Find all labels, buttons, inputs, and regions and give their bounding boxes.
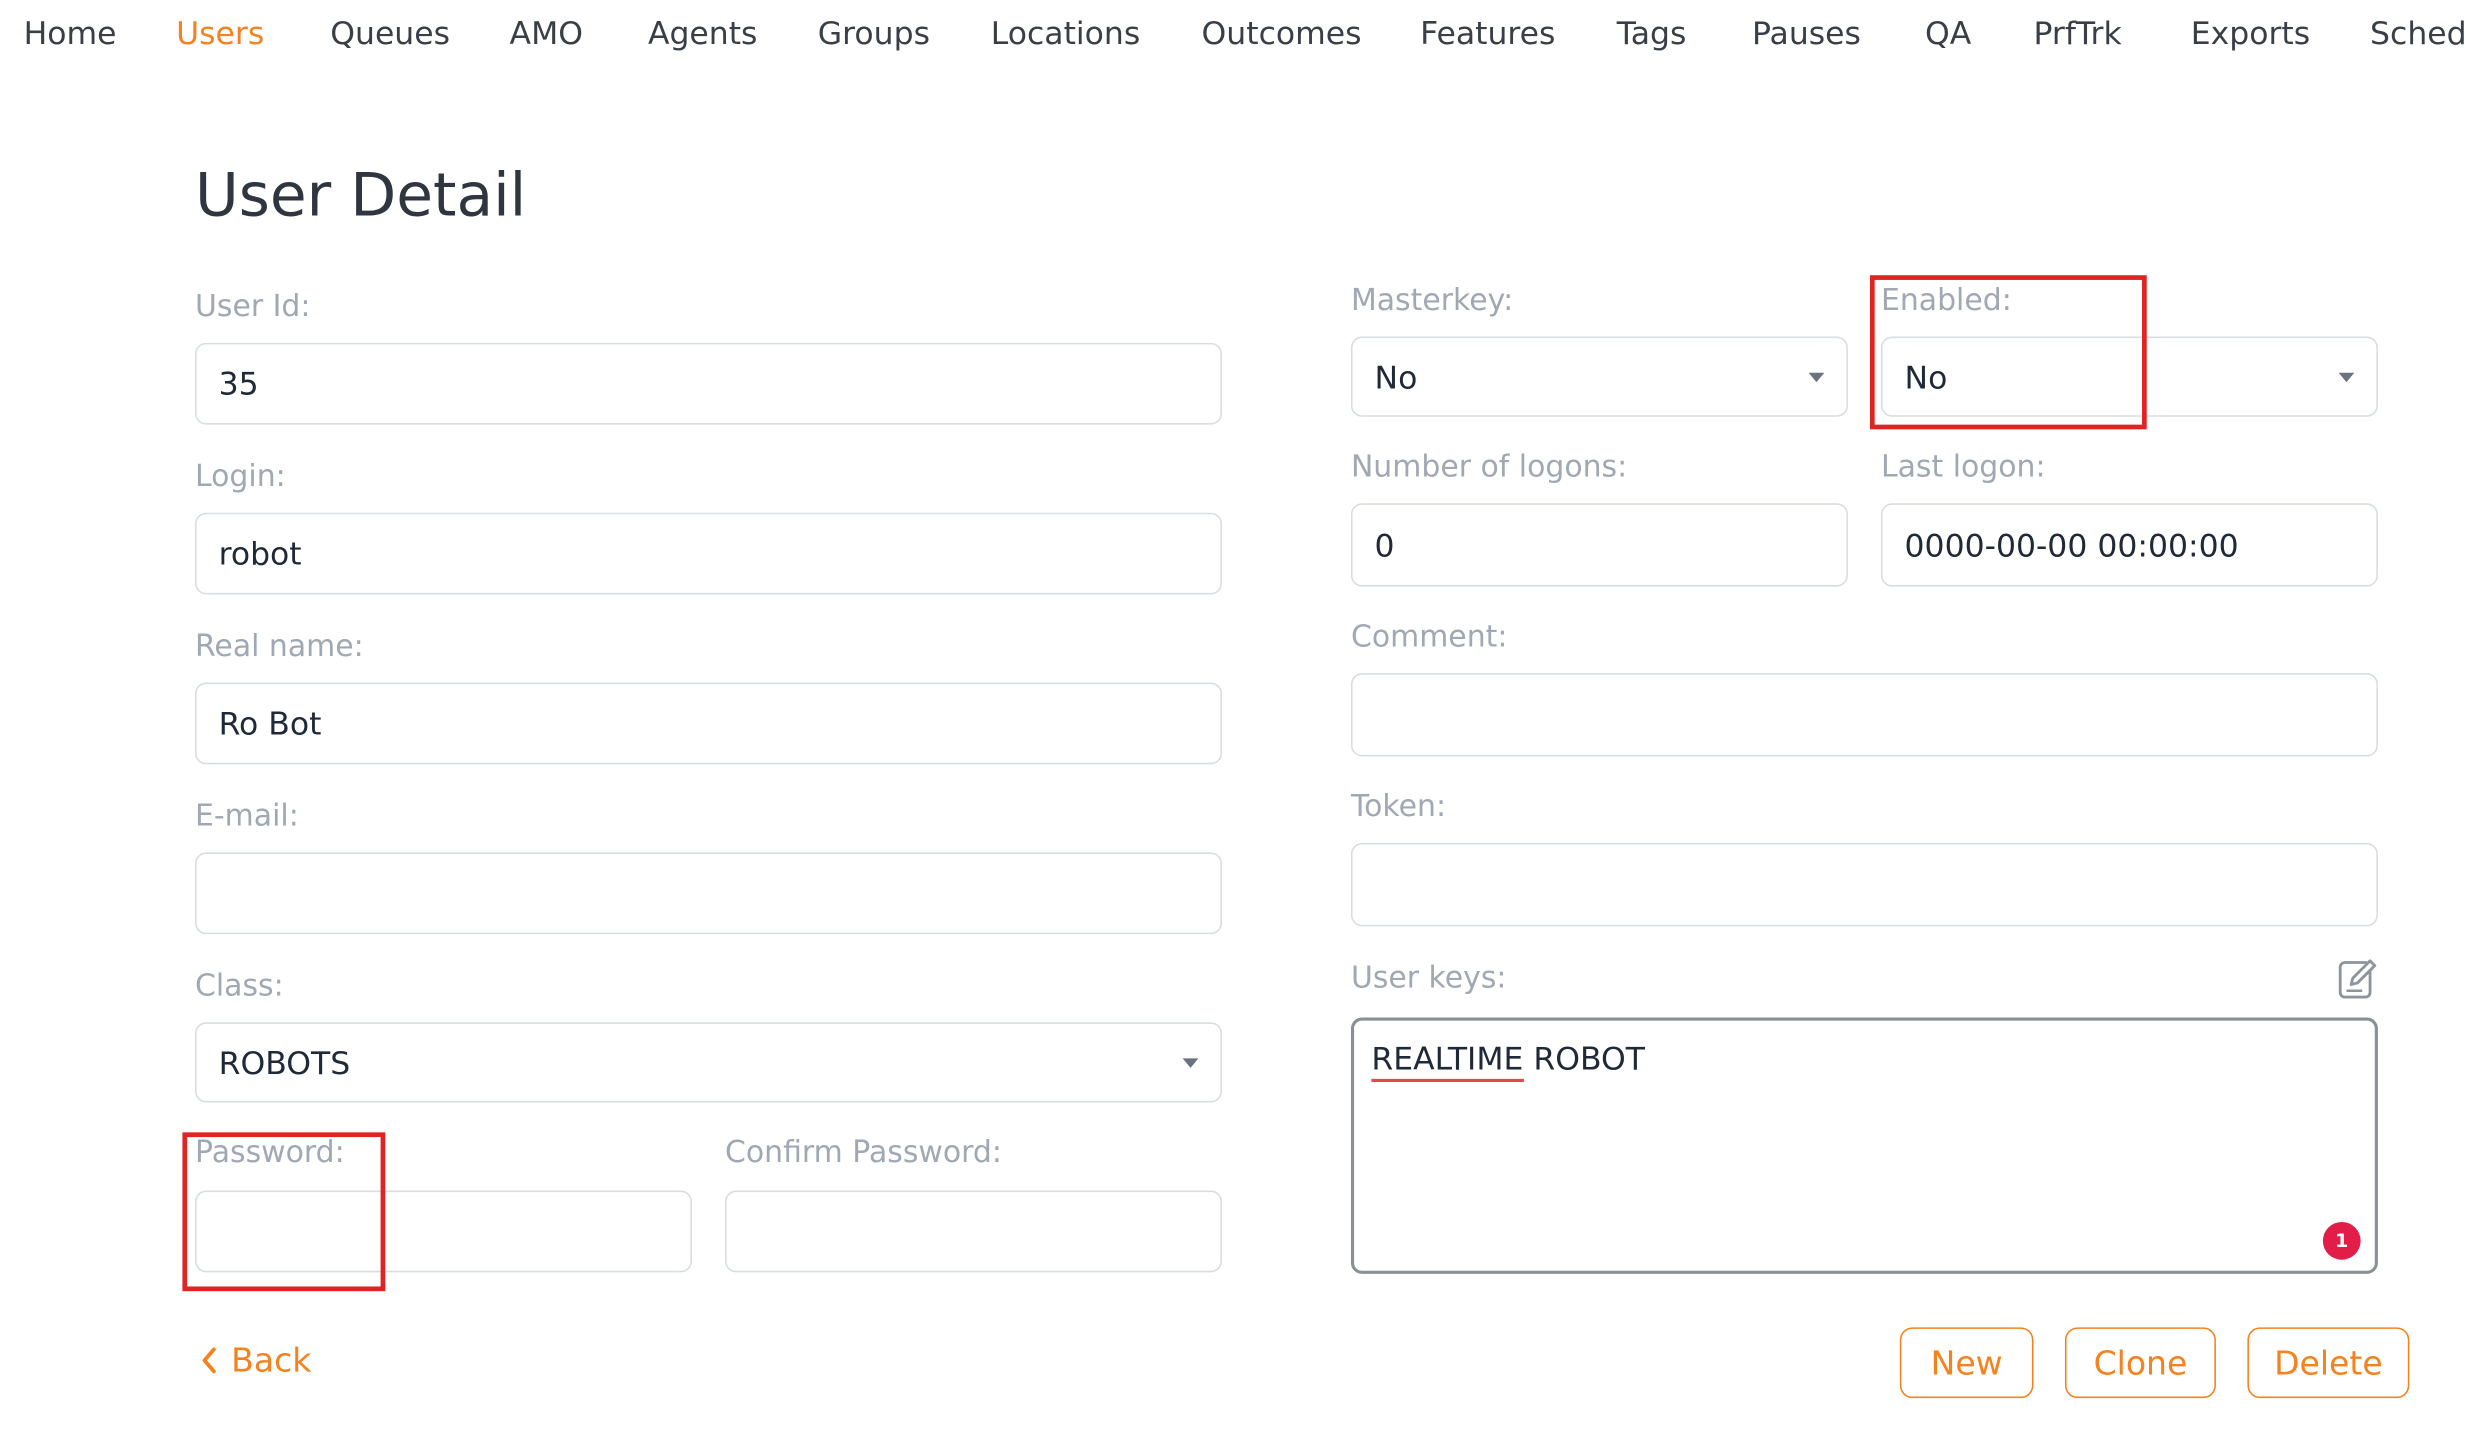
- masterkey-select[interactable]: No: [1350, 336, 1848, 417]
- email-label: E-mail:: [195, 798, 299, 834]
- caret-down-icon: [1808, 371, 1825, 382]
- masterkey-label: Masterkey:: [1350, 283, 1514, 318]
- email-field[interactable]: [195, 852, 1222, 935]
- user-id-label: User Id:: [195, 289, 311, 324]
- password-field[interactable]: [195, 1190, 692, 1273]
- nav-item-tags[interactable]: Tags: [1617, 14, 1687, 52]
- nav-item-exports[interactable]: Exports: [2191, 14, 2310, 52]
- user-id-field[interactable]: 35: [195, 342, 1222, 425]
- nav-item-agents[interactable]: Agents: [648, 14, 757, 52]
- nav-item-sched[interactable]: Sched: [2370, 14, 2466, 52]
- delete-button[interactable]: Delete: [2247, 1327, 2410, 1399]
- class-value: ROBOTS: [218, 1043, 351, 1082]
- page-title: User Detail: [195, 160, 527, 230]
- user-id-value: 35: [218, 364, 259, 403]
- user-keys-value-misspelled: REALTIME: [1371, 1039, 1524, 1083]
- confirm-password-label: Confirm Password:: [725, 1135, 1002, 1171]
- nav-item-locations[interactable]: Locations: [991, 14, 1140, 52]
- nav-item-outcomes[interactable]: Outcomes: [1202, 14, 1362, 52]
- last-logon-label: Last logon:: [1880, 449, 2046, 485]
- user-keys-textarea[interactable]: REALTIME ROBOT: [1350, 1017, 2378, 1274]
- real-name-value: Ro Bot: [218, 704, 322, 743]
- number-of-logons-value: 0: [1374, 526, 1395, 564]
- nav-item-prftrk[interactable]: PrfTrk: [2034, 14, 2122, 52]
- nav-item-groups[interactable]: Groups: [818, 14, 930, 52]
- enabled-value: No: [1904, 357, 1948, 396]
- last-logon-value: 0000-00-00 00:00:00: [1904, 526, 2239, 564]
- real-name-field[interactable]: Ro Bot: [195, 682, 1222, 765]
- nav-item-qa[interactable]: QA: [1925, 14, 1971, 52]
- clone-button[interactable]: Clone: [2064, 1327, 2216, 1399]
- grammar-count-badge[interactable]: 1: [2322, 1221, 2361, 1260]
- nav-item-pauses[interactable]: Pauses: [1752, 14, 1861, 52]
- class-label: Class:: [195, 968, 284, 1004]
- new-button[interactable]: New: [1899, 1327, 2034, 1399]
- user-keys-value-rest: ROBOT: [1523, 1039, 1645, 1078]
- nav-item-users[interactable]: Users: [176, 14, 264, 52]
- real-name-label: Real name:: [195, 629, 364, 664]
- nav-item-queues[interactable]: Queues: [330, 14, 450, 52]
- nav-item-amo[interactable]: AMO: [510, 14, 583, 52]
- enabled-label: Enabled:: [1880, 283, 2012, 318]
- edit-icon[interactable]: [2337, 956, 2378, 1000]
- chevron-left-icon: [202, 1347, 216, 1374]
- back-link[interactable]: Back: [200, 1341, 312, 1380]
- enabled-select[interactable]: No: [1880, 336, 2378, 417]
- nav-item-home[interactable]: Home: [24, 14, 117, 52]
- token-field[interactable]: [1350, 842, 2378, 927]
- caret-down-icon: [2338, 371, 2355, 382]
- last-logon-field[interactable]: 0000-00-00 00:00:00: [1880, 503, 2378, 587]
- login-value: robot: [218, 534, 302, 573]
- comment-field[interactable]: [1350, 673, 2378, 757]
- token-label: Token:: [1350, 789, 1447, 825]
- confirm-password-field[interactable]: [725, 1190, 1222, 1273]
- password-label: Password:: [195, 1135, 345, 1171]
- top-nav: Home Users Queues AMO Agents Groups Loca…: [0, 0, 2466, 69]
- comment-label: Comment:: [1350, 619, 1508, 655]
- number-of-logons-field[interactable]: 0: [1350, 503, 1848, 587]
- number-of-logons-label: Number of logons:: [1350, 449, 1628, 485]
- back-label: Back: [231, 1341, 312, 1380]
- user-detail-page: Home Users Queues AMO Agents Groups Loca…: [0, 0, 2466, 1430]
- login-field[interactable]: robot: [195, 512, 1222, 595]
- class-select[interactable]: ROBOTS: [195, 1022, 1222, 1103]
- nav-item-features[interactable]: Features: [1420, 14, 1555, 52]
- user-keys-label: User keys:: [1350, 960, 1507, 996]
- caret-down-icon: [1182, 1057, 1199, 1068]
- login-label: Login:: [195, 459, 286, 494]
- masterkey-value: No: [1374, 357, 1418, 396]
